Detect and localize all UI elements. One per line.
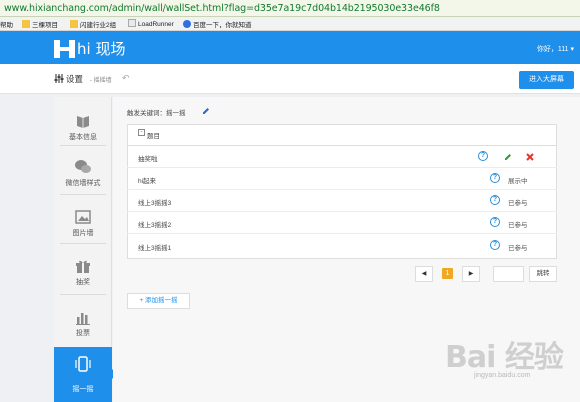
row-status: 已参与 <box>508 222 528 229</box>
back-icon[interactable]: ↶ <box>122 73 130 84</box>
bookmark-label: 三棵项目 <box>32 22 58 29</box>
enter-big-screen-button[interactable]: 进入大屏幕 <box>519 71 574 89</box>
bookmark-label: 闪建行业2组 <box>80 22 117 29</box>
page-jump-button[interactable]: 跳转 <box>529 266 557 282</box>
phone-shake-icon <box>75 356 91 372</box>
table-header <box>127 124 557 146</box>
row-title: hi起来 <box>138 178 157 185</box>
bar-chart-icon <box>76 313 90 325</box>
trigger-keyword: 触发关键词：摇一摇 <box>127 110 186 117</box>
row-title: 抽奖啦 <box>138 156 158 163</box>
sidebar-item-label: 基本信息 <box>69 134 97 141</box>
sidebar-item-label: 微信墙样式 <box>65 180 101 187</box>
baidu-watermark: Bai 经验 <box>445 340 564 375</box>
pencil-icon[interactable] <box>202 107 210 115</box>
table-row <box>127 146 557 168</box>
sidebar-item-label: 抽奖 <box>76 279 90 286</box>
bookmark-sanke[interactable]: 三棵项目 <box>22 19 58 29</box>
page-icon <box>128 19 136 27</box>
row-title: 线上3摇摇2 <box>138 222 172 229</box>
current-page[interactable]: 1 <box>442 268 453 279</box>
baidu-watermark-url: jingyan.baidu.com <box>474 372 531 379</box>
address-url[interactable]: www.hixianchang.com/admin/wall/wallSet.h… <box>4 3 440 14</box>
address-bar[interactable]: www.hixianchang.com/admin/wall/wallSet.h… <box>0 0 580 17</box>
help-icon[interactable]: ? <box>490 240 500 250</box>
sidebar-divider <box>60 294 106 295</box>
add-shake-button[interactable]: + 添加摇一摇 <box>127 293 190 309</box>
image-icon <box>75 210 91 224</box>
bookmark-label: LoadRunner <box>138 21 174 28</box>
prev-page-button[interactable]: ◀ <box>415 266 433 282</box>
sidebar-item-label: 摇一摇 <box>72 386 94 393</box>
sidebar-item-vote[interactable]: 投票 <box>54 296 112 351</box>
bookmark-baidu[interactable]: 百度一下，你就知道 <box>183 19 252 29</box>
help-icon[interactable]: ? <box>490 195 500 205</box>
book-icon <box>77 116 89 128</box>
sidebar-divider <box>60 194 106 195</box>
logo-text[interactable]: hi 现场 <box>77 38 125 59</box>
edit-icon[interactable] <box>504 153 512 161</box>
sidebar-divider <box>60 243 106 244</box>
collapse-icon[interactable]: - <box>138 129 145 136</box>
help-icon[interactable]: ? <box>490 173 500 183</box>
bookmark-shanjian[interactable]: 闪建行业2组 <box>70 19 116 29</box>
page-title: 设置 <box>66 74 84 84</box>
settings-sliders-icon <box>54 74 64 83</box>
sidebar-item-shake[interactable]: 摇一摇 <box>54 347 117 402</box>
sidebar-item-label: 投票 <box>76 330 90 337</box>
column-header-title: 题目 <box>147 133 160 140</box>
next-page-button[interactable]: ▶ <box>462 266 480 282</box>
sidebar-item-lottery[interactable]: 抽奖 <box>54 245 112 300</box>
row-title: 线上3摇摇1 <box>138 245 172 252</box>
delete-icon[interactable] <box>526 153 534 161</box>
folder-icon <box>70 20 78 28</box>
help-icon[interactable]: ? <box>478 151 488 161</box>
row-status: 展示中 <box>508 178 528 185</box>
page-jump-input[interactable] <box>493 266 524 282</box>
row-status: 已参与 <box>508 200 528 207</box>
bookmark-label: 百度一下，你就知道 <box>193 22 252 29</box>
logo-icon[interactable] <box>54 40 75 58</box>
page-header <box>0 64 580 94</box>
row-title: 线上3摇摇3 <box>138 200 172 207</box>
baidu-icon <box>183 20 191 28</box>
page-subtitle: - 摇摇墙 <box>90 78 112 84</box>
wechat-icon <box>75 160 91 173</box>
user-menu[interactable]: 你好，111 ▾ <box>537 44 574 54</box>
gift-icon <box>76 260 90 273</box>
bookmark-loadrunner[interactable]: LoadRunner <box>128 19 174 28</box>
sidebar-item-wechat-style[interactable]: 微信墙样式 <box>54 146 112 201</box>
bookmark-help[interactable]: 帮助 <box>0 19 13 29</box>
sidebar-item-label: 图片墙 <box>72 230 94 237</box>
bookmarks-bar: 帮助 三棵项目 闪建行业2组 LoadRunner 百度一下，你就知道 <box>0 17 580 31</box>
folder-icon <box>22 20 30 28</box>
help-icon[interactable]: ? <box>490 217 500 227</box>
row-status: 已参与 <box>508 245 528 252</box>
